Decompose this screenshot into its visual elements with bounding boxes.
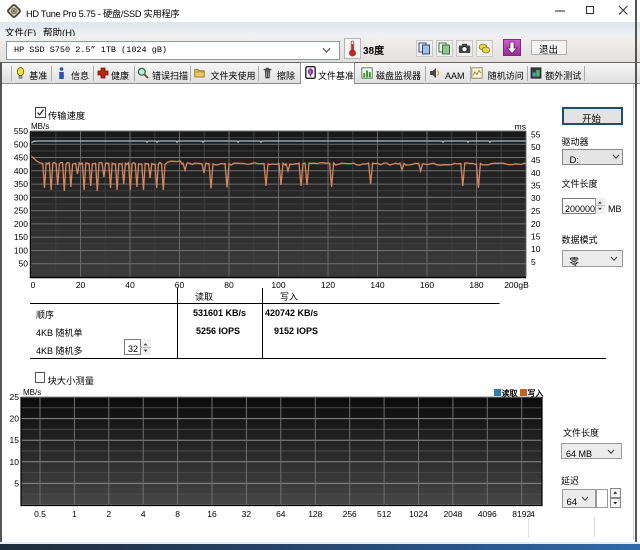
svg-text:30: 30	[531, 193, 541, 203]
svg-text:45: 45	[531, 155, 541, 165]
svg-text:120: 120	[321, 280, 335, 290]
svg-text:4: 4	[141, 509, 146, 519]
svg-text:ms: ms	[515, 122, 526, 132]
svg-text:15: 15	[10, 435, 20, 445]
svg-text:16: 16	[207, 509, 217, 519]
svg-text:4096: 4096	[478, 509, 497, 519]
svg-text:550: 550	[14, 126, 28, 136]
svg-text:50: 50	[19, 259, 29, 269]
svg-text:MB/s: MB/s	[31, 122, 49, 131]
svg-text:20: 20	[531, 219, 541, 229]
svg-text:25: 25	[10, 392, 20, 402]
svg-text:8: 8	[175, 509, 180, 519]
svg-text:100: 100	[14, 246, 28, 256]
svg-text:2: 2	[106, 509, 111, 519]
svg-text:8192: 8192	[512, 509, 531, 519]
svg-text:400: 400	[14, 166, 28, 176]
svg-text:55: 55	[531, 130, 541, 140]
svg-text:4: 4	[530, 509, 535, 519]
svg-text:32: 32	[242, 509, 252, 519]
svg-text:0.5: 0.5	[34, 509, 46, 519]
svg-text:35: 35	[531, 181, 541, 191]
svg-text:80: 80	[224, 280, 234, 290]
svg-text:50: 50	[531, 142, 541, 152]
svg-text:5: 5	[531, 257, 536, 267]
svg-text:180: 180	[469, 280, 483, 290]
svg-text:200gB: 200gB	[504, 280, 529, 290]
svg-text:10: 10	[10, 457, 20, 467]
svg-text:40: 40	[125, 280, 135, 290]
svg-text:40: 40	[531, 168, 541, 178]
svg-text:20: 20	[10, 414, 20, 424]
svg-text:64: 64	[276, 509, 286, 519]
svg-text:2048: 2048	[443, 509, 462, 519]
svg-text:1024: 1024	[409, 509, 428, 519]
svg-text:20: 20	[76, 280, 86, 290]
svg-text:500: 500	[14, 139, 28, 149]
svg-text:450: 450	[14, 153, 28, 163]
svg-text:150: 150	[14, 232, 28, 242]
svg-text:200: 200	[14, 219, 28, 229]
svg-text:512: 512	[377, 509, 391, 519]
svg-text:25: 25	[531, 206, 541, 216]
svg-text:5: 5	[14, 478, 19, 488]
svg-text:250: 250	[14, 206, 28, 216]
svg-text:128: 128	[308, 509, 322, 519]
svg-text:300: 300	[14, 192, 28, 202]
svg-text:160: 160	[420, 280, 434, 290]
svg-text:1: 1	[72, 509, 77, 519]
svg-text:15: 15	[531, 232, 541, 242]
svg-text:10: 10	[531, 244, 541, 254]
svg-text:0: 0	[31, 280, 36, 290]
svg-text:256: 256	[343, 509, 357, 519]
svg-text:MB/s: MB/s	[23, 388, 41, 397]
svg-text:100: 100	[271, 280, 285, 290]
svg-text:140: 140	[370, 280, 384, 290]
svg-text:60: 60	[175, 280, 185, 290]
svg-text:350: 350	[14, 179, 28, 189]
